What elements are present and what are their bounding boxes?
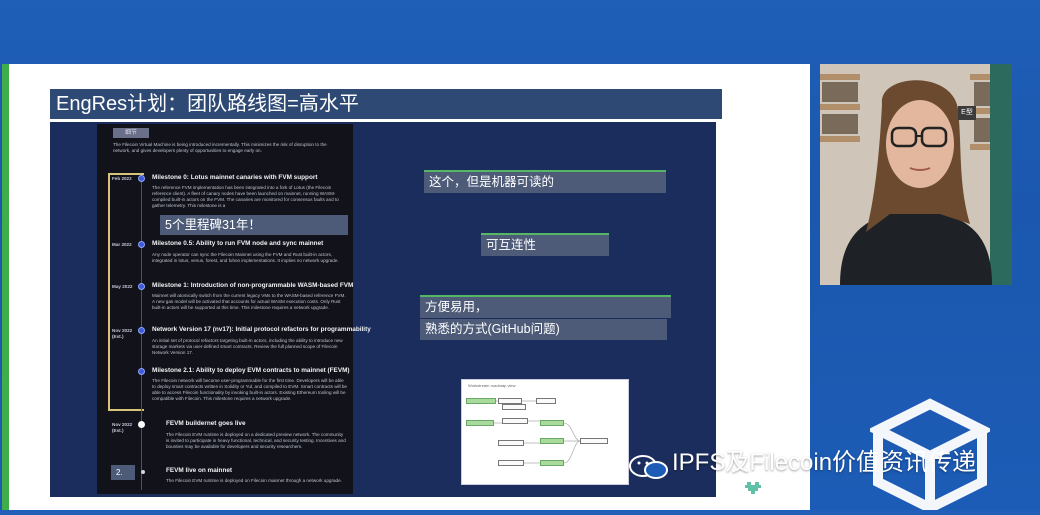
roadmap-intro: The Filecoin Virtual Machine is being in… [113, 142, 327, 153]
milestone-date: Nov 2022 (Est.) [112, 422, 133, 433]
wechat-icon [628, 452, 672, 487]
caption-easy-to-use: 方便易用， [420, 295, 671, 318]
page-marker: 2. [111, 465, 135, 480]
milestone-dot [138, 327, 145, 334]
milestone-body: An initial set of protocol refactors tar… [152, 338, 343, 355]
milestone-dot [138, 283, 145, 290]
caption-interoperability: 可互连性 [481, 233, 609, 256]
webcam-person [820, 64, 1012, 285]
milestone-dot [138, 421, 145, 428]
milestone-body: The reference FVM implementation has bee… [152, 185, 339, 208]
caption-machine-readable: 这个，但是机器可读的 [424, 170, 666, 193]
workflow-diagram: Workstream roadmap view [461, 379, 629, 485]
timeline-highlight-bracket [108, 173, 144, 411]
milestone-dot [138, 241, 145, 248]
milestone-body: The Filecoin network will become user-pr… [152, 378, 347, 401]
milestone-title[interactable]: Milestone 0: Lotus mainnet canaries with… [152, 174, 317, 182]
milestone-body: Any node operator can sync the Filecoin … [152, 252, 339, 263]
milestone-body: The Filecoin EVM runtime is deployed on … [166, 432, 346, 449]
milestone-title[interactable]: Milestone 2.1: Ability to deploy EVM con… [152, 367, 350, 375]
milestone-dot [141, 470, 145, 474]
milestone-date: Nov 2022 (Est.) [112, 328, 133, 339]
slide-accent-bar [2, 64, 9, 510]
milestone-title[interactable]: Network Version 17 (nv17): Initial proto… [152, 326, 371, 334]
milestone-dot [138, 175, 145, 182]
webcam-video [820, 64, 1012, 285]
milestone-date: Feb 2022 [112, 176, 132, 181]
diagram-connectors [494, 400, 581, 464]
milestone-title[interactable]: Milestone 1: Introduction of non-program… [152, 282, 353, 290]
roadmap-section-header: 细节 [113, 128, 149, 138]
caption-milestones: 5个里程碑31年！ [160, 215, 348, 235]
milestone-title[interactable]: Milestone 0.5: Ability to run FVM node a… [152, 240, 323, 248]
pixel-heart-icon [745, 480, 761, 499]
milestone-dot [138, 368, 145, 375]
milestone-title[interactable]: FEVM live on mainnet [166, 467, 232, 475]
milestone-title[interactable]: FEVM buildernet goes live [166, 420, 246, 428]
milestone-date: May 2022 [112, 284, 133, 289]
slide-title: EngRes计划：团队路线图=高水平 [50, 89, 722, 119]
timeline-line [141, 178, 142, 490]
milestone-body: The Filecoin EVM runtime is deployed on … [166, 478, 342, 483]
ipfs-cube-logo [866, 396, 994, 515]
milestone-date: Mar 2022 [112, 242, 132, 247]
caption-familiar-way: 熟悉的方式(GitHub问题) [420, 319, 667, 340]
webcam-name-label: E型 [958, 106, 976, 120]
milestone-body: Mainnet will atomically switch from the … [152, 293, 346, 310]
